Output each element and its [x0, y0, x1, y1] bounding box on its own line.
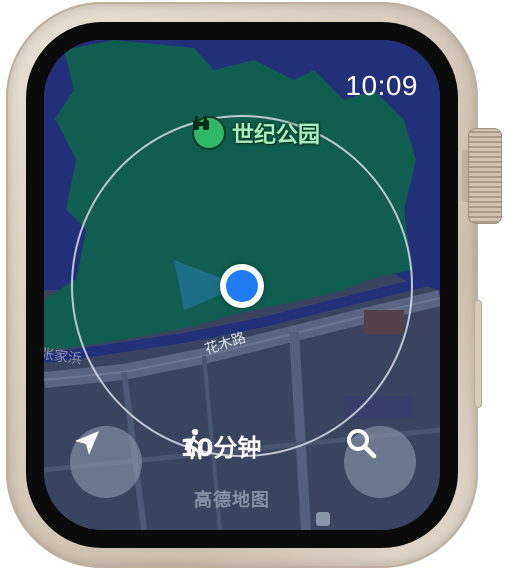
apple-watch: 10:09 世纪公园 花木路 张家浜 10分钟 高德地图 [0, 0, 506, 572]
side-button[interactable] [474, 300, 482, 408]
binoculars-icon [192, 116, 226, 150]
search-icon [347, 429, 377, 459]
current-location-dot [220, 264, 264, 308]
search-button[interactable] [344, 426, 416, 498]
location-arrow-icon [75, 431, 99, 455]
building-block [364, 310, 404, 334]
locate-button[interactable] [70, 426, 142, 498]
digital-crown[interactable] [468, 128, 502, 224]
bus-stop-icon [316, 512, 330, 526]
walk-eta: 10分钟 [180, 428, 261, 463]
walking-person-icon [184, 428, 204, 460]
clock-time: 10:09 [345, 70, 418, 101]
poi-label: 世纪公园 [232, 123, 321, 148]
map-screen[interactable]: 10:09 世纪公园 花木路 张家浜 10分钟 高德地图 [44, 40, 440, 530]
poi-marker[interactable]: 世纪公园 [192, 116, 320, 150]
map-brand-watermark: 高德地图 [194, 490, 270, 511]
